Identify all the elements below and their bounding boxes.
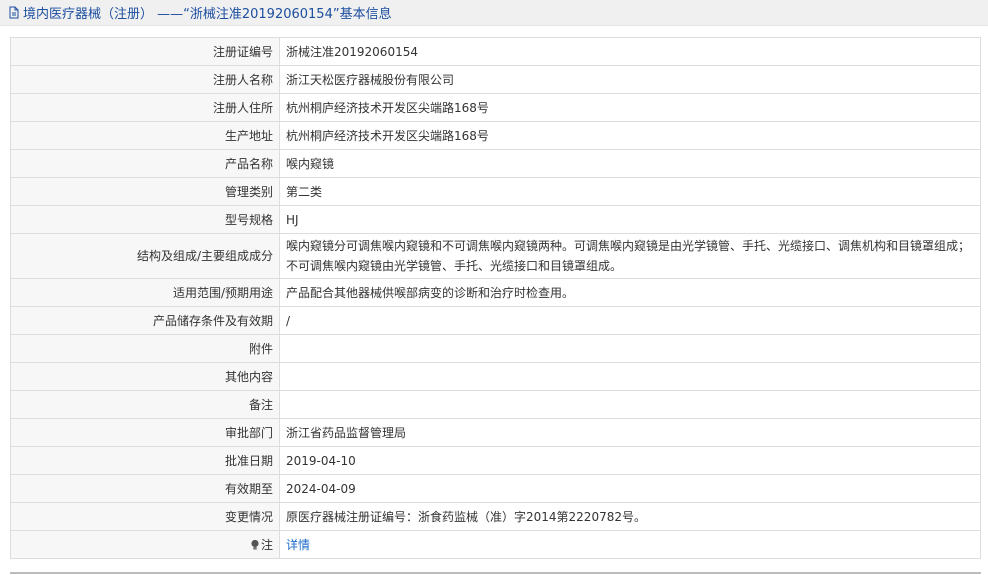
row-value: 第二类 [279,177,981,206]
row-label: 结构及组成/主要组成成分 [10,233,280,279]
row-label: 型号规格 [10,205,280,234]
row-label: 附件 [10,334,280,363]
row-label: 注册人住所 [10,93,280,122]
row-value: 浙械注准20192060154 [279,37,981,66]
row-value: / [279,306,981,335]
table-row: 产品储存条件及有效期 / [10,306,981,335]
table-row: 变更情况 原医疗器械注册证编号：浙食药监械（准）字2014第2220782号。 [10,502,981,531]
table-row: 产品名称 喉内窥镜 [10,149,981,178]
table-row: 其他内容 [10,362,981,391]
row-label: 产品名称 [10,149,280,178]
row-label: 有效期至 [10,474,280,503]
row-value: 浙江天松医疗器械股份有限公司 [279,65,981,94]
table-row: 注册证编号 浙械注准20192060154 [10,37,981,66]
details-link[interactable]: 详情 [286,538,310,552]
row-value: 2024-04-09 [279,474,981,503]
row-value: 产品配合其他器械供喉部病变的诊断和治疗时检查用。 [279,278,981,307]
row-value: 喉内窥镜 [279,149,981,178]
row-label: 管理类别 [10,177,280,206]
table-row: 型号规格 HJ [10,205,981,234]
row-label: 生产地址 [10,121,280,150]
row-value: HJ [279,205,981,234]
row-label: 产品储存条件及有效期 [10,306,280,335]
document-icon [8,6,20,19]
table-row: 生产地址 杭州桐庐经济技术开发区尖端路168号 [10,121,981,150]
info-table-wrap: 注册证编号 浙械注准20192060154 注册人名称 浙江天松医疗器械股份有限… [10,37,981,559]
table-row: 附件 [10,334,981,363]
row-value: 详情 [279,530,981,559]
table-row: 备注 [10,390,981,419]
table-row: 结构及组成/主要组成成分 喉内窥镜分可调焦喉内窥镜和不可调焦喉内窥镜两种。可调焦… [10,233,981,279]
table-row: 管理类别 第二类 [10,177,981,206]
bottom-divider [10,572,981,574]
row-label: 变更情况 [10,502,280,531]
lightbulb-icon [250,539,260,554]
row-value: 杭州桐庐经济技术开发区尖端路168号 [279,121,981,150]
row-label: 审批部门 [10,418,280,447]
row-value: 2019-04-10 [279,446,981,475]
table-row: 注 详情 [10,530,981,559]
row-value: 浙江省药品监督管理局 [279,418,981,447]
row-label: 适用范围/预期用途 [10,278,280,307]
note-label: 注 [260,537,273,552]
row-label: 批准日期 [10,446,280,475]
row-value [279,362,981,391]
row-label: 注册人名称 [10,65,280,94]
table-row: 注册人住所 杭州桐庐经济技术开发区尖端路168号 [10,93,981,122]
table-row: 批准日期 2019-04-10 [10,446,981,475]
page-header: 境内医疗器械（注册） ——“浙械注准20192060154”基本信息 [0,0,988,26]
info-table: 注册证编号 浙械注准20192060154 注册人名称 浙江天松医疗器械股份有限… [10,37,981,559]
row-value [279,334,981,363]
table-row: 适用范围/预期用途 产品配合其他器械供喉部病变的诊断和治疗时检查用。 [10,278,981,307]
table-row: 有效期至 2024-04-09 [10,474,981,503]
note-label-cell: 注 [10,530,280,559]
row-value: 杭州桐庐经济技术开发区尖端路168号 [279,93,981,122]
row-label: 其他内容 [10,362,280,391]
row-label: 备注 [10,390,280,419]
row-value: 原医疗器械注册证编号：浙食药监械（准）字2014第2220782号。 [279,502,981,531]
row-label: 注册证编号 [10,37,280,66]
row-value [279,390,981,419]
table-row: 注册人名称 浙江天松医疗器械股份有限公司 [10,65,981,94]
page-title: 境内医疗器械（注册） ——“浙械注准20192060154”基本信息 [23,7,392,22]
row-value: 喉内窥镜分可调焦喉内窥镜和不可调焦喉内窥镜两种。可调焦喉内窥镜是由光学镜管、手托… [279,233,981,279]
table-row: 审批部门 浙江省药品监督管理局 [10,418,981,447]
